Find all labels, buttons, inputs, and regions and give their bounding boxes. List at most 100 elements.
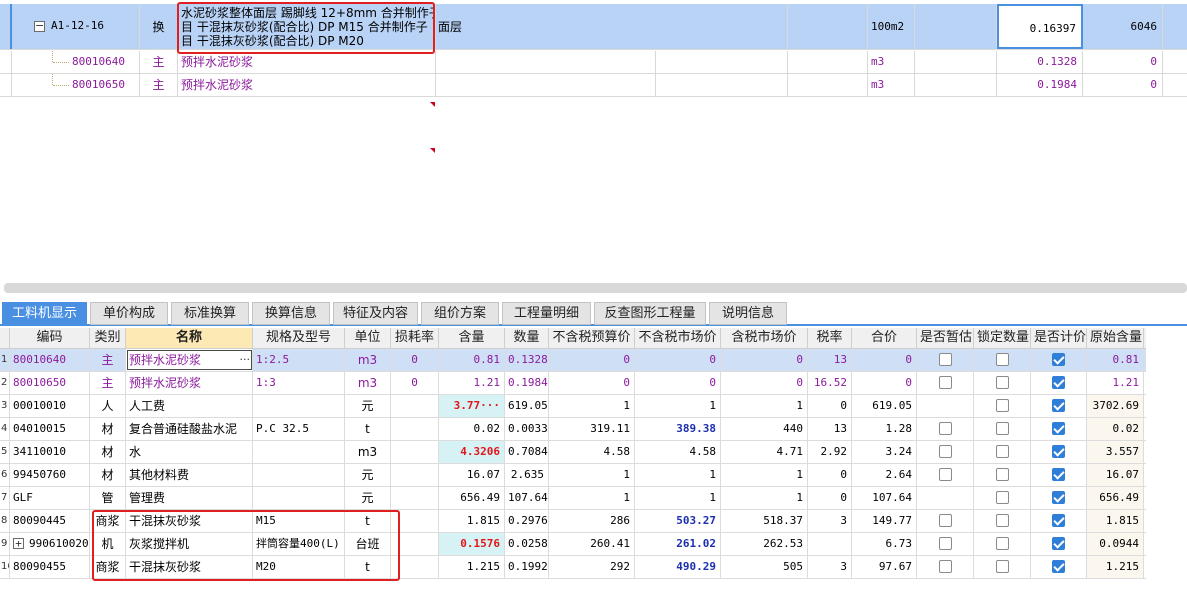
checkbox-unchecked-icon[interactable] <box>938 537 952 550</box>
pricing-checkbox-cell[interactable] <box>1031 533 1087 555</box>
checkbox-unchecked-icon[interactable] <box>938 514 952 527</box>
pricing-checkbox-cell[interactable] <box>1031 349 1087 371</box>
expand-icon[interactable]: + <box>13 538 24 549</box>
content-cell[interactable]: 0.02 <box>439 418 505 440</box>
checkbox-unchecked-icon[interactable] <box>995 560 1009 573</box>
checkbox-unchecked-icon[interactable] <box>938 353 952 366</box>
pricing-checkbox-cell[interactable] <box>1031 372 1087 394</box>
table-row[interactable]: 2 80010650 主预拌水泥砂浆 1:3 m3 0 1.21 0.1984 0 0 0 16.52… <box>0 372 1146 395</box>
tab-labor-material[interactable]: 工料机显示 <box>2 302 87 325</box>
checkbox-unchecked-icon[interactable] <box>938 468 952 481</box>
checkbox-checked-icon[interactable] <box>1052 514 1065 527</box>
header-tax-market-price[interactable]: 含税市场价 <box>721 328 808 348</box>
header-code[interactable]: 编码 <box>10 328 90 348</box>
estimate-checkbox-cell[interactable] <box>917 418 974 440</box>
tab-standard-conversion[interactable]: 标准换算 <box>171 302 249 325</box>
checkbox-checked-icon[interactable] <box>1052 560 1065 573</box>
table-row[interactable]: 8 80090445 商浆 干混抹灰砂浆 M15 t 1.815 0.2976 286 503.2… <box>0 510 1146 533</box>
checkbox-unchecked-icon[interactable] <box>995 514 1009 527</box>
checkbox-checked-icon[interactable] <box>1052 537 1065 550</box>
panel-splitter[interactable] <box>4 283 1187 293</box>
table-row[interactable]: 1 80010640 主预拌水泥砂浆 ··· 1:2.5 m3 0 0.81 0.1328 0 0 0… <box>0 349 1146 372</box>
name-cell[interactable]: 复合普通硅酸盐水泥 <box>126 418 253 440</box>
pricing-checkbox-cell[interactable] <box>1031 556 1087 578</box>
checkbox-unchecked-icon[interactable] <box>938 422 952 435</box>
pricing-checkbox-cell[interactable] <box>1031 395 1087 417</box>
lock-quantity-checkbox-cell[interactable] <box>974 533 1031 555</box>
table-row[interactable]: 4 04010015 材复合普通硅酸盐水泥 P.C 32.5 t 0.02 0.0033 31… <box>0 418 1146 441</box>
table-row[interactable]: 6 99450760 材其他材料费元 16.07 2.635 1 1 1 0 2.64 16.07 <box>0 464 1146 487</box>
header-lock-quantity-checkbox[interactable]: 锁定数量 <box>974 328 1031 348</box>
header-unit[interactable]: 单位 <box>345 328 391 348</box>
header-total-price[interactable]: 合价 <box>852 328 917 348</box>
tab-quantity-detail[interactable]: 工程量明细 <box>502 302 591 325</box>
name-cell[interactable]: 其他材料费 <box>126 464 253 486</box>
table-row[interactable]: 9 +990610020 机灰浆搅拌机 拌筒容量400(L) 台班 0.1576 0.025… <box>0 533 1146 556</box>
name-cell[interactable]: 预拌水泥砂浆 <box>126 372 253 394</box>
content-cell[interactable]: 656.49 <box>439 487 505 509</box>
quota-child-row[interactable]: 80010640 主 预拌水泥砂浆 m3 0.1328 0 <box>0 51 1187 107</box>
checkbox-unchecked-icon[interactable] <box>995 422 1009 435</box>
quota-quantity[interactable]: 0.16397 <box>997 4 1083 49</box>
header-content[interactable]: 含量 <box>439 328 505 348</box>
pricing-checkbox-cell[interactable] <box>1031 418 1087 440</box>
name-cell[interactable]: 干混抹灰砂浆 <box>126 510 253 532</box>
estimate-checkbox-cell[interactable] <box>917 487 974 509</box>
checkbox-checked-icon[interactable] <box>1052 353 1065 366</box>
lock-quantity-checkbox-cell[interactable] <box>974 487 1031 509</box>
name-cell[interactable]: 预拌水泥砂浆 ··· <box>126 349 253 371</box>
lock-quantity-checkbox-cell[interactable] <box>974 510 1031 532</box>
quota-child-row[interactable]: 80010650 主 预拌水泥砂浆 m3 0.1984 0 <box>0 74 1187 153</box>
tab-reverse-graphic[interactable]: 反查图形工程量 <box>594 302 706 325</box>
table-row[interactable]: 300010010人人工费元3.77···619.0541110619.0537… <box>0 395 1146 418</box>
lock-quantity-checkbox-cell[interactable] <box>974 395 1031 417</box>
header-tax-rate[interactable]: 税率 <box>808 328 852 348</box>
pricing-checkbox-cell[interactable] <box>1031 487 1087 509</box>
content-cell[interactable]: 1.215 <box>439 556 505 578</box>
estimate-checkbox-cell[interactable] <box>917 556 974 578</box>
header-market-price[interactable]: 不含税市场价 <box>635 328 721 348</box>
name-cell[interactable]: 水 <box>126 441 253 463</box>
checkbox-checked-icon[interactable] <box>1052 468 1065 481</box>
tab-pricing-plan[interactable]: 组价方案 <box>421 302 499 325</box>
content-cell[interactable]: 16.07 <box>439 464 505 486</box>
checkbox-unchecked-icon[interactable] <box>995 445 1009 458</box>
checkbox-unchecked-icon[interactable] <box>995 353 1009 366</box>
lock-quantity-checkbox-cell[interactable] <box>974 418 1031 440</box>
name-cell[interactable]: 干混抹灰砂浆 <box>126 556 253 578</box>
checkbox-checked-icon[interactable] <box>1052 399 1065 412</box>
content-cell[interactable]: 4.3206 <box>439 441 505 463</box>
collapse-icon[interactable]: − <box>34 20 45 32</box>
content-cell[interactable]: 0.81 <box>439 349 505 371</box>
content-cell[interactable]: 0.1576 <box>439 533 505 555</box>
header-estimate-checkbox[interactable]: 是否暂估 <box>917 328 974 348</box>
name-cell[interactable]: 灰浆搅拌机 <box>126 533 253 555</box>
checkbox-unchecked-icon[interactable] <box>938 445 952 458</box>
checkbox-checked-icon[interactable] <box>1052 491 1065 504</box>
checkbox-unchecked-icon[interactable] <box>995 399 1009 412</box>
estimate-checkbox-cell[interactable] <box>917 441 974 463</box>
content-cell[interactable]: 3.77··· <box>439 395 505 417</box>
pricing-checkbox-cell[interactable] <box>1031 441 1087 463</box>
checkbox-unchecked-icon[interactable] <box>995 491 1009 504</box>
estimate-checkbox-cell[interactable] <box>917 372 974 394</box>
checkbox-unchecked-icon[interactable] <box>995 468 1009 481</box>
header-budget-price[interactable]: 不含税预算价 <box>549 328 635 348</box>
header-loss-rate[interactable]: 损耗率 <box>391 328 439 348</box>
checkbox-unchecked-icon[interactable] <box>938 376 952 389</box>
pricing-checkbox-cell[interactable] <box>1031 464 1087 486</box>
estimate-checkbox-cell[interactable] <box>917 349 974 371</box>
name-cell[interactable]: 管理费 <box>126 487 253 509</box>
table-row[interactable]: 7GLF管管理费元656.49107.64471110107.64656.49 <box>0 487 1146 510</box>
header-original-content[interactable]: 原始含量 <box>1087 328 1144 348</box>
lock-quantity-checkbox-cell[interactable] <box>974 556 1031 578</box>
pricing-checkbox-cell[interactable] <box>1031 510 1087 532</box>
lock-quantity-checkbox-cell[interactable] <box>974 441 1031 463</box>
table-row[interactable]: 5 34110010 材水 m3 4.3206 0.7084 4.58 4.58 4.71 2.9… <box>0 441 1146 464</box>
tab-unit-price[interactable]: 单价构成 <box>90 302 168 325</box>
header-row-number[interactable] <box>0 328 10 348</box>
header-spec[interactable]: 规格及型号 <box>253 328 345 348</box>
header-quantity[interactable]: 数量 <box>505 328 549 348</box>
estimate-checkbox-cell[interactable] <box>917 533 974 555</box>
table-row[interactable]: 1680090455商浆干混抹灰砂浆M20t1.2150.1992292490.… <box>0 556 1146 579</box>
